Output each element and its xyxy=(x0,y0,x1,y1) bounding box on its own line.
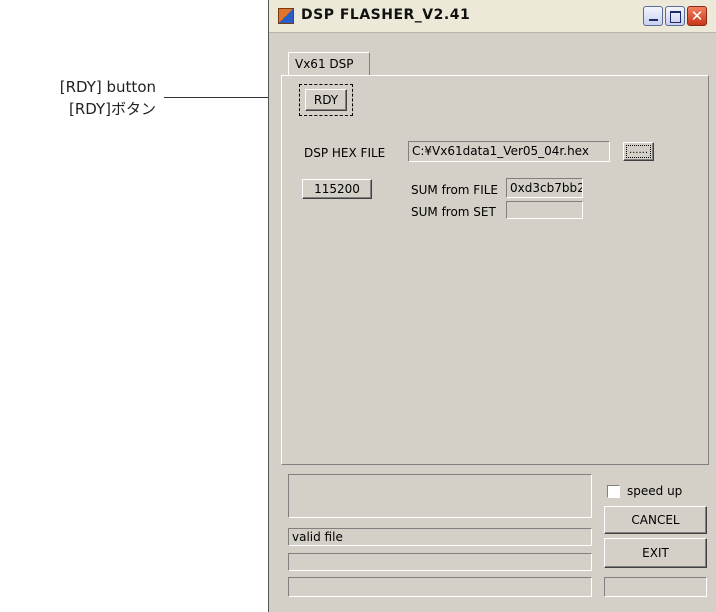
annotation-rdy-ja: [RDY]ボタン xyxy=(68,100,156,118)
app-icon xyxy=(278,8,294,24)
speed-up-label: speed up xyxy=(627,484,683,498)
browse-button[interactable]: ...... xyxy=(623,142,654,161)
message-area xyxy=(288,474,592,518)
speed-up-checkbox[interactable] xyxy=(607,485,620,498)
hex-file-label: DSP HEX FILE xyxy=(304,146,386,160)
window-title: DSP FLASHER_V2.41 xyxy=(301,7,471,23)
hex-file-field[interactable]: C:¥Vx61data1_Ver05_04r.hex xyxy=(408,141,610,162)
title-bar[interactable]: DSP FLASHER_V2.41 ✕ xyxy=(269,0,716,33)
status-line-2 xyxy=(288,553,592,571)
right-status-field xyxy=(604,577,707,597)
sum-set-field xyxy=(506,201,583,219)
rdy-button[interactable]: RDY xyxy=(305,89,347,111)
annotation-rdy-en: [RDY] button xyxy=(59,78,156,96)
sum-set-label: SUM from SET xyxy=(411,205,496,219)
dsp-flasher-window: DSP FLASHER_V2.41 ✕ Vx61 DSP RDY DSP HEX… xyxy=(268,0,716,612)
cancel-button[interactable]: CANCEL xyxy=(604,506,707,534)
status-line-1: valid file xyxy=(288,528,592,546)
sum-file-field: 0xd3cb7bb2 xyxy=(506,178,583,198)
maximize-icon[interactable] xyxy=(665,6,685,26)
baud-rate-button[interactable]: 115200 xyxy=(302,179,372,199)
tab-vx61-dsp[interactable]: Vx61 DSP xyxy=(288,52,370,76)
minimize-icon[interactable] xyxy=(643,6,663,26)
sum-file-label: SUM from FILE xyxy=(411,183,499,197)
status-line-3 xyxy=(288,577,592,597)
tab-panel xyxy=(281,75,709,465)
exit-button[interactable]: EXIT xyxy=(604,538,707,568)
close-icon[interactable]: ✕ xyxy=(687,6,707,26)
